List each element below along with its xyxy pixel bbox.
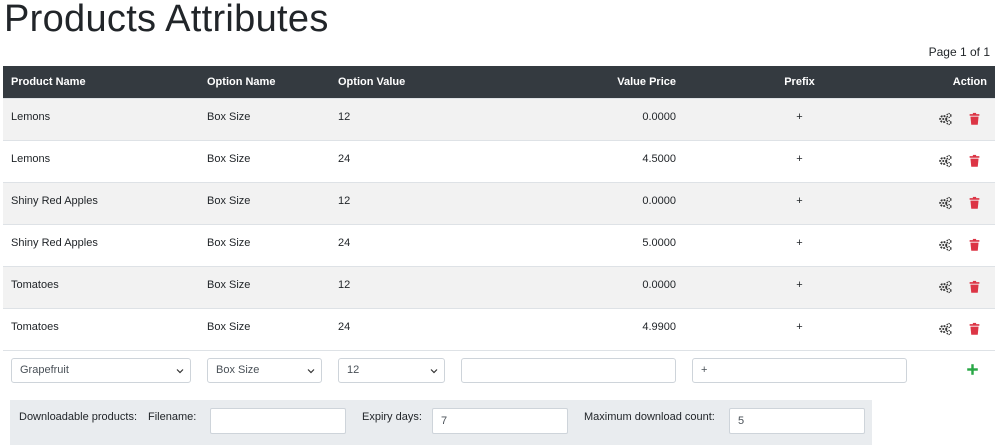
- cell-product: Tomatoes: [3, 265, 199, 308]
- max-download-count-input[interactable]: 5: [729, 408, 865, 434]
- trash-icon[interactable]: [965, 112, 981, 128]
- page-count: Page 1 of 1: [928, 45, 990, 59]
- option-name-select[interactable]: Box Size: [207, 357, 322, 383]
- trash-icon[interactable]: [965, 322, 981, 338]
- cell-option-value: 24: [330, 307, 453, 350]
- cell-action: [915, 223, 995, 266]
- cell-option-name: Box Size: [199, 139, 330, 182]
- cell-prefix: +: [684, 307, 915, 350]
- cell-option-value: 24: [330, 223, 453, 266]
- cell-option-value: 24: [330, 139, 453, 182]
- plus-icon[interactable]: [963, 363, 979, 379]
- downloadable-products-panel: Downloadable products: Filename: Expiry …: [10, 400, 872, 445]
- header-action: Action: [915, 66, 995, 98]
- table-header-row: Product Name Option Name Option Value Va…: [3, 66, 995, 98]
- filename-input[interactable]: [210, 408, 346, 434]
- cell-option-name: Box Size: [199, 265, 330, 308]
- prefix-input[interactable]: +: [692, 357, 907, 383]
- option-name-select-value: Box Size: [216, 363, 260, 376]
- cell-price: 4.9900: [453, 307, 684, 350]
- new-attribute-row: Grapefruit Box Size 12 +: [3, 349, 995, 394]
- cell-option-value: 12: [330, 97, 453, 140]
- cogs-icon[interactable]: [936, 322, 952, 338]
- cell-action: [915, 97, 995, 140]
- header-option-name: Option Name: [199, 66, 330, 98]
- table-row: Tomatoes Box Size 12 0.0000 +: [3, 265, 995, 308]
- cell-option-name: Box Size: [199, 97, 330, 140]
- cell-price: 0.0000: [453, 181, 684, 224]
- chevron-down-icon: [430, 368, 438, 373]
- page-title: Products Attributes: [4, 0, 329, 40]
- trash-icon[interactable]: [965, 154, 981, 170]
- cell-price: 0.0000: [453, 265, 684, 308]
- downloadable-label: Downloadable products:: [19, 411, 138, 423]
- table-row: Shiny Red Apples Box Size 24 5.0000 +: [3, 223, 995, 266]
- trash-icon[interactable]: [965, 280, 981, 296]
- header-value-price: Value Price: [453, 66, 684, 98]
- header-option-value: Option Value: [330, 66, 453, 98]
- filename-label: Filename:: [148, 411, 197, 423]
- product-select-value: Grapefruit: [20, 363, 69, 376]
- cell-action: [915, 265, 995, 308]
- cell-price: 4.5000: [453, 139, 684, 182]
- cell-option-name: Box Size: [199, 307, 330, 350]
- trash-icon[interactable]: [965, 238, 981, 254]
- cell-option-name: Box Size: [199, 181, 330, 224]
- cell-prefix: +: [684, 139, 915, 182]
- table-row: Lemons Box Size 24 4.5000 +: [3, 139, 995, 182]
- cogs-icon[interactable]: [936, 112, 952, 128]
- cell-action: [915, 181, 995, 224]
- cogs-icon[interactable]: [936, 196, 952, 212]
- trash-icon[interactable]: [965, 196, 981, 212]
- cell-product: Lemons: [3, 139, 199, 182]
- cell-prefix: +: [684, 223, 915, 266]
- table-row: Shiny Red Apples Box Size 12 0.0000 +: [3, 181, 995, 224]
- product-select[interactable]: Grapefruit: [11, 357, 191, 383]
- chevron-down-icon: [176, 368, 184, 373]
- cell-prefix: +: [684, 97, 915, 140]
- cell-price: 0.0000: [453, 97, 684, 140]
- table-row: Lemons Box Size 12 0.0000 +: [3, 97, 995, 140]
- cell-option-name: Box Size: [199, 223, 330, 266]
- cell-price: 5.0000: [453, 223, 684, 266]
- attributes-table-container: Product Name Option Name Option Value Va…: [3, 66, 995, 394]
- cogs-icon[interactable]: [936, 280, 952, 296]
- cell-action: [915, 307, 995, 350]
- cogs-icon[interactable]: [936, 238, 952, 254]
- max-download-count-label: Maximum download count:: [584, 411, 715, 423]
- cell-product: Tomatoes: [3, 307, 199, 350]
- attributes-table: Product Name Option Name Option Value Va…: [3, 66, 995, 394]
- option-value-select-value: 12: [347, 363, 360, 376]
- table-row: Tomatoes Box Size 24 4.9900 +: [3, 307, 995, 350]
- price-input[interactable]: [461, 357, 676, 383]
- cell-option-value: 12: [330, 265, 453, 308]
- cell-option-value: 12: [330, 181, 453, 224]
- expiry-days-label: Expiry days:: [362, 411, 422, 423]
- cell-product: Shiny Red Apples: [3, 223, 199, 266]
- header-product-name: Product Name: [3, 66, 199, 98]
- cell-prefix: +: [684, 265, 915, 308]
- cell-action: [915, 139, 995, 182]
- header-prefix: Prefix: [684, 66, 915, 98]
- expiry-days-input[interactable]: 7: [432, 408, 568, 434]
- cell-prefix: +: [684, 181, 915, 224]
- cogs-icon[interactable]: [936, 154, 952, 170]
- cell-product: Shiny Red Apples: [3, 181, 199, 224]
- option-value-select[interactable]: 12: [338, 357, 445, 383]
- cell-product: Lemons: [3, 97, 199, 140]
- chevron-down-icon: [307, 368, 315, 373]
